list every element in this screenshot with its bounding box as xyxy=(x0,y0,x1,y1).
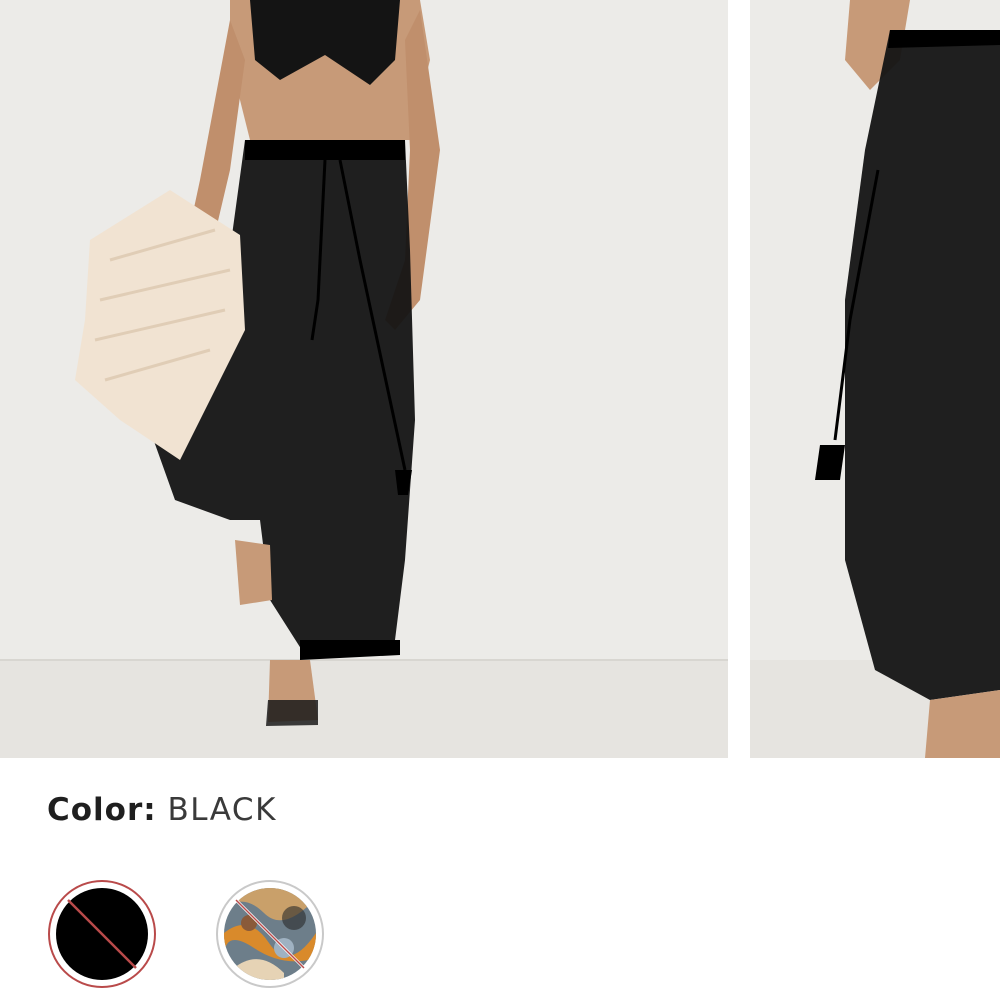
product-image-front[interactable] xyxy=(0,0,728,758)
swatch-print[interactable] xyxy=(216,880,324,988)
color-selection-label: Color: BLACK xyxy=(47,786,277,834)
product-photo-front xyxy=(0,0,728,758)
black-swatch-image xyxy=(56,888,148,980)
swatch-black[interactable] xyxy=(48,880,156,988)
selected-color-value: BLACK xyxy=(167,792,277,828)
color-label: Color: xyxy=(47,792,157,828)
product-page: Color: BLACK xyxy=(0,0,1000,1000)
product-image-gallery[interactable] xyxy=(0,0,1000,758)
product-image-side[interactable] xyxy=(750,0,1000,758)
product-photo-side xyxy=(750,0,1000,758)
print-swatch-image xyxy=(224,888,316,980)
